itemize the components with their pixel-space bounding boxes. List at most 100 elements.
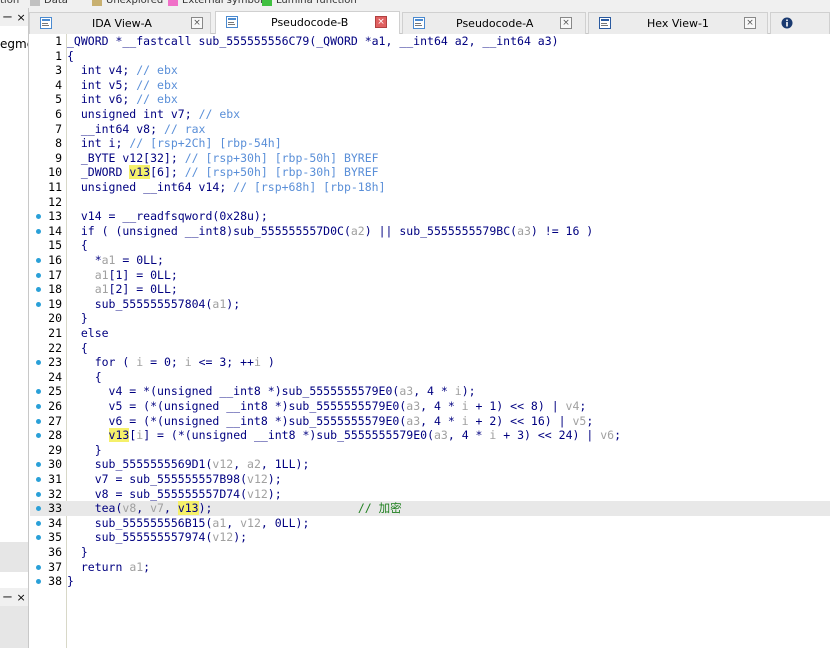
code-token[interactable]: + 2) << 16) | (469, 414, 573, 428)
code-line[interactable]: 7 __int64 v8; // rax (30, 122, 830, 137)
code-token[interactable]: v12 (212, 530, 233, 544)
code-token[interactable]: [6]; (150, 165, 185, 179)
code-line[interactable]: 23 for ( i = 0; i <= 3; ++i ) (30, 355, 830, 370)
panel-header-glyphs[interactable]: ㄧ × (2, 9, 26, 25)
code-token[interactable]: __int64 v8; (67, 122, 164, 136)
code-token[interactable] (67, 428, 109, 442)
code-text[interactable]: a1[2] = 0LL; (67, 282, 178, 297)
code-line[interactable]: 15 { (30, 238, 830, 253)
code-token[interactable]: = 0LL; (115, 253, 164, 267)
code-line[interactable]: 12 (30, 195, 830, 210)
code-token[interactable]: sub_555555556B15( (67, 516, 213, 530)
code-line[interactable]: 14 if ( (unsigned __int8)sub_555555557D0… (30, 224, 830, 239)
code-line[interactable]: 33 tea(v8, v7, v13); // 加密 (30, 501, 830, 516)
code-token[interactable] (67, 268, 95, 282)
code-token[interactable]: a1 (212, 516, 226, 530)
code-text[interactable]: v6 = (*(unsigned __int8 *)sub_5555555579… (67, 414, 594, 429)
code-line[interactable]: 37 return a1; (30, 560, 830, 575)
code-token[interactable]: v8 (122, 501, 136, 515)
code-token[interactable]: a2 (247, 457, 261, 471)
close-icon[interactable]: × (191, 17, 203, 29)
highlighted-token[interactable]: v13 (108, 428, 130, 443)
code-line[interactable]: 17 a1[1] = 0LL; (30, 268, 830, 283)
code-token[interactable]: , (233, 457, 247, 471)
code-text[interactable]: else (67, 326, 109, 341)
code-line[interactable]: 26 v5 = (*(unsigned __int8 *)sub_5555555… (30, 399, 830, 414)
code-token[interactable]: unsigned __int64 v14; (67, 180, 233, 194)
code-line[interactable]: 28 v13[i] = (*(unsigned __int8 *)sub_555… (30, 428, 830, 443)
code-token[interactable]: { (67, 49, 74, 63)
code-text[interactable]: } (67, 443, 102, 458)
code-line[interactable]: 35 sub_555555557974(v12); (30, 530, 830, 545)
code-line[interactable]: 10 _DWORD v13[6]; // [rsp+50h] [rbp-30h]… (30, 165, 830, 180)
code-token[interactable]: v4 = *(unsigned __int8 *)sub_5555555579E… (67, 384, 400, 398)
code-line[interactable]: 1{ (30, 49, 830, 64)
code-token[interactable]: + 3) << 24) | (496, 428, 600, 442)
code-token[interactable]: ; (143, 560, 150, 574)
code-line[interactable]: 1 _QWORD *__fastcall sub_555555556C79(_QW… (30, 34, 830, 49)
code-token[interactable]: int v6; (67, 92, 136, 106)
code-token[interactable]: ) != 16 ) (531, 224, 593, 238)
code-text[interactable]: sub_555555557974(v12); (67, 530, 247, 545)
code-text[interactable]: v5 = (*(unsigned __int8 *)sub_5555555579… (67, 399, 587, 414)
code-token[interactable]: } (67, 545, 88, 559)
code-token[interactable]: i (185, 355, 192, 369)
code-token[interactable]: , 4 * (420, 414, 462, 428)
code-token[interactable]: [1] = 0LL; (109, 268, 178, 282)
code-token[interactable]: int i; (67, 136, 129, 150)
code-token[interactable]: v4 (566, 399, 580, 413)
code-token[interactable]: _QWORD *__fastcall sub_555555556C79(_QWO… (67, 34, 559, 48)
code-line[interactable]: 11 unsigned __int64 v14; // [rsp+68h] [r… (30, 180, 830, 195)
code-token[interactable]: a3 (406, 414, 420, 428)
code-token[interactable]: * (67, 253, 102, 267)
code-token[interactable]: ; (614, 428, 621, 442)
code-token[interactable]: , 1LL); (261, 457, 309, 471)
code-line[interactable]: 4 int v5; // ebx (30, 78, 830, 93)
code-text[interactable]: } (67, 311, 88, 326)
code-token[interactable]: { (67, 341, 88, 355)
code-text[interactable]: { (67, 49, 74, 64)
segment-label[interactable]: egme (0, 37, 28, 51)
code-line[interactable]: 25 v4 = *(unsigned __int8 *)sub_55555555… (30, 384, 830, 399)
code-token[interactable]: a3 (434, 428, 448, 442)
code-line[interactable]: 8 int i; // [rsp+2Ch] [rbp-54h] (30, 136, 830, 151)
code-token[interactable]: a2 (351, 224, 365, 238)
code-line[interactable]: 21 else (30, 326, 830, 341)
close-icon[interactable]: × (375, 16, 387, 28)
code-token[interactable]: v5 = (*(unsigned __int8 *)sub_5555555579… (67, 399, 407, 413)
code-text[interactable]: } (67, 545, 88, 560)
code-text[interactable]: return a1; (67, 560, 150, 575)
code-token[interactable]: _DWORD (67, 165, 129, 179)
pseudocode-view[interactable]: 1 _QWORD *__fastcall sub_555555556C79(_QW… (30, 34, 830, 648)
code-token[interactable]: sub_555555557804( (67, 297, 213, 311)
code-token[interactable]: a1 (95, 268, 109, 282)
code-line[interactable]: 27 v6 = (*(unsigned __int8 *)sub_5555555… (30, 414, 830, 429)
code-token[interactable]: ] = (*(unsigned __int8 *)sub_5555555579E… (143, 428, 434, 442)
code-token[interactable]: { (67, 370, 102, 384)
code-text[interactable]: { (67, 341, 88, 356)
code-text[interactable]: } (67, 574, 74, 589)
code-token[interactable]: = 0; (143, 355, 185, 369)
code-text[interactable]: v4 = *(unsigned __int8 *)sub_5555555579E… (67, 384, 476, 399)
code-line[interactable]: 20 } (30, 311, 830, 326)
code-text[interactable]: for ( i = 0; i <= 3; ++i ) (67, 355, 275, 370)
tab-overflow[interactable] (770, 12, 830, 34)
code-text[interactable]: v8 = sub_555555557D74(v12); (67, 487, 282, 502)
code-text[interactable]: if ( (unsigned __int8)sub_555555557D0C(a… (67, 224, 593, 239)
code-comment[interactable]: // ebx (136, 92, 178, 106)
code-token[interactable]: if ( (unsigned __int8)sub_555555557D0C( (67, 224, 351, 238)
close-icon[interactable]: × (560, 17, 572, 29)
code-comment[interactable]: // rax (164, 122, 206, 136)
code-token[interactable]: a3 (517, 224, 531, 238)
code-line[interactable]: 16 *a1 = 0LL; (30, 253, 830, 268)
code-token[interactable]: v7 = sub_555555557B98( (67, 472, 247, 486)
code-token[interactable]: i (455, 384, 462, 398)
code-token[interactable]: _BYTE v12[32]; (67, 151, 185, 165)
code-text[interactable]: unsigned __int64 v14; // [rsp+68h] [rbp-… (67, 180, 386, 195)
code-text[interactable]: a1[1] = 0LL; (67, 268, 178, 283)
code-text[interactable]: sub_555555557804(a1); (67, 297, 240, 312)
code-comment[interactable]: // 加密 (358, 501, 402, 515)
code-token[interactable]: for ( (67, 355, 136, 369)
code-text[interactable]: *a1 = 0LL; (67, 253, 164, 268)
code-comment[interactable]: // [rsp+2Ch] [rbp-54h] (129, 136, 281, 150)
